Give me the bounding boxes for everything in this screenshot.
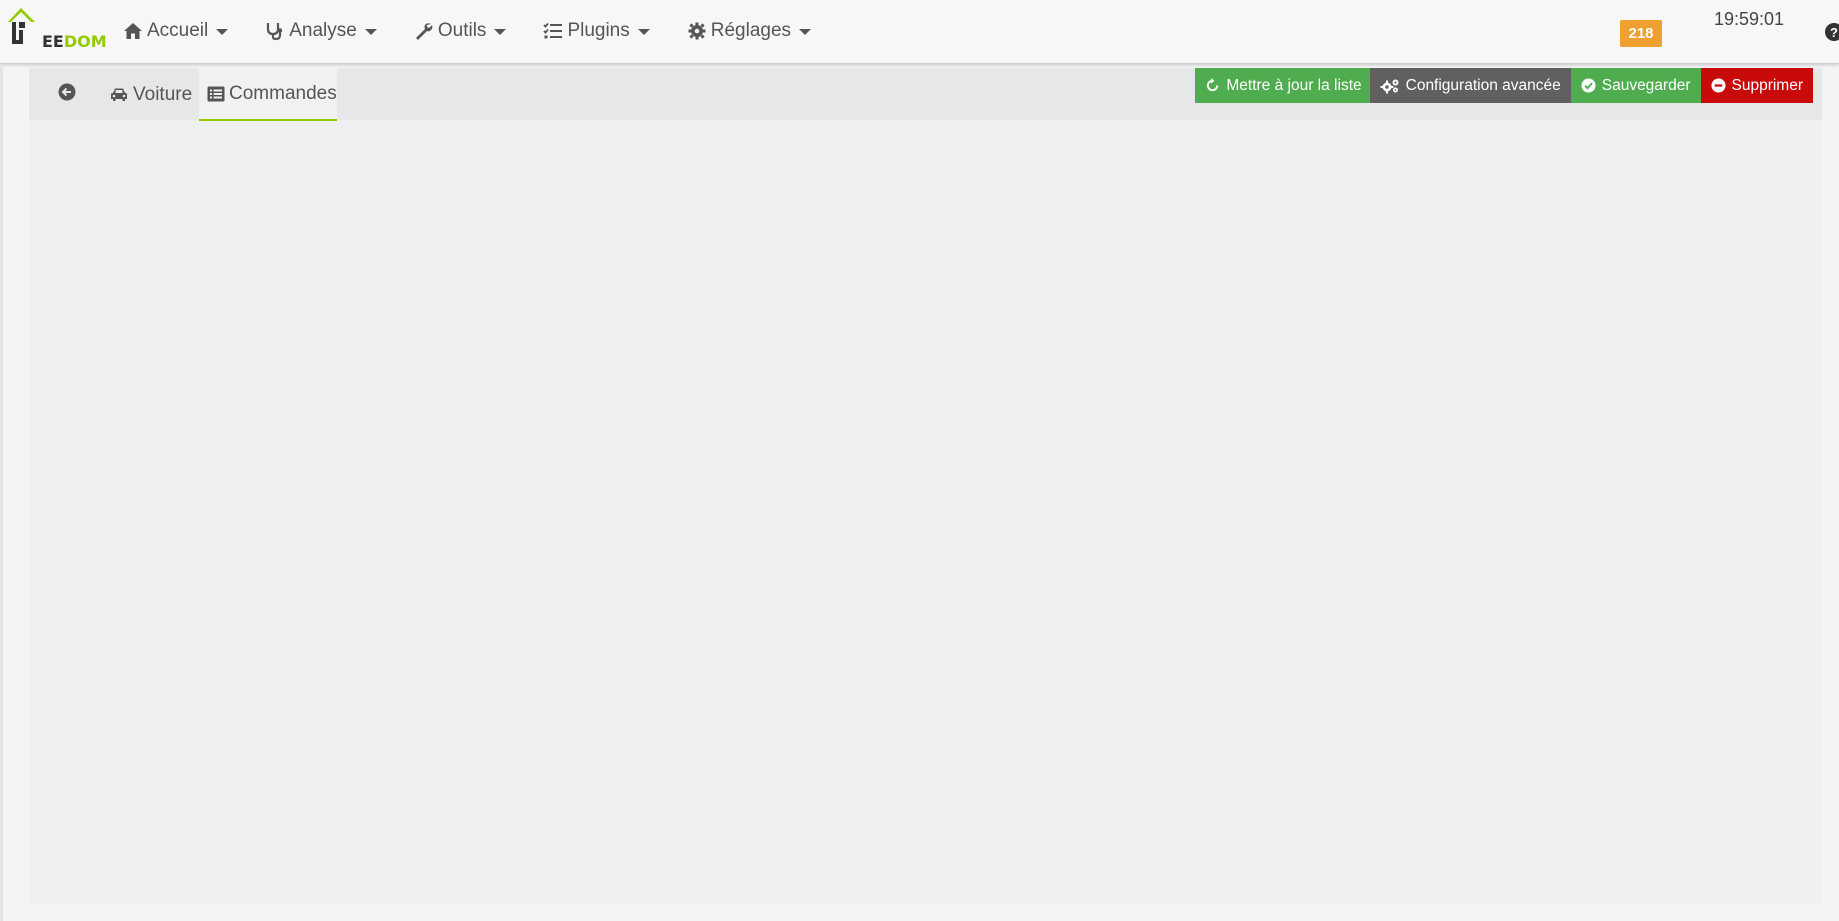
chevron-down-icon (799, 29, 812, 35)
delete-label: Supprimer (1731, 76, 1804, 94)
gears-icon (1380, 78, 1400, 94)
chevron-down-icon (364, 29, 377, 35)
chevron-down-icon (637, 29, 650, 35)
advanced-config-label: Configuration avancée (1405, 76, 1561, 94)
refresh-icon (1205, 78, 1220, 93)
main-menu: Accueil Analyse Outils Plugins Réglages (122, 0, 847, 62)
menu-plugins[interactable]: Plugins (542, 0, 650, 62)
tab-voiture[interactable]: Voiture (101, 68, 200, 121)
tab-commandes[interactable]: Commandes (199, 68, 337, 121)
stethoscope-icon (264, 20, 286, 42)
tab-back[interactable] (47, 68, 87, 121)
list-alt-icon (207, 86, 225, 102)
save-label: Sauvegarder (1601, 76, 1691, 94)
refresh-list-label: Mettre à jour la liste (1226, 76, 1362, 94)
tab-bar: Voiture Commandes Mettre à jour la liste… (29, 68, 1822, 121)
tasks-icon (542, 20, 564, 42)
notification-badge[interactable]: 218 (1620, 20, 1662, 47)
tab-voiture-label: Voiture (133, 83, 193, 105)
action-buttons: Mettre à jour la liste Configuration ava… (1195, 68, 1813, 103)
menu-outils-label: Outils (437, 20, 487, 41)
car-icon (109, 87, 129, 103)
delete-button[interactable]: Supprimer (1700, 68, 1813, 103)
logo-wordmark: EEDOM (42, 32, 107, 51)
wrench-icon (413, 20, 435, 42)
menu-analyse[interactable]: Analyse (264, 0, 377, 62)
check-circle-icon (1581, 78, 1596, 93)
chevron-down-icon (216, 29, 229, 35)
menu-reglages-label: Réglages (710, 20, 792, 41)
chevron-down-icon (494, 29, 507, 35)
minus-circle-icon (1710, 78, 1726, 93)
menu-plugins-label: Plugins (567, 20, 630, 41)
top-navbar: EEDOM Accueil Analyse Outils Plugins Rég… (0, 0, 1839, 64)
menu-analyse-label: Analyse (289, 20, 357, 41)
left-border (0, 64, 3, 921)
jeedom-logo[interactable]: EEDOM (8, 6, 107, 52)
save-button[interactable]: Sauvegarder (1570, 68, 1701, 103)
menu-accueil-label: Accueil (147, 20, 209, 41)
help-icon[interactable]: ? (1825, 23, 1839, 41)
logo-text-dom: DOM (63, 32, 107, 51)
gear-icon (686, 20, 708, 42)
menu-accueil[interactable]: Accueil (122, 0, 229, 62)
logo-text-ee: EE (42, 32, 64, 51)
advanced-config-button[interactable]: Configuration avancée (1369, 68, 1571, 103)
tab-commandes-label: Commandes (229, 82, 337, 104)
clock: 19:59:01 (1714, 9, 1785, 29)
refresh-list-button[interactable]: Mettre à jour la liste (1195, 68, 1370, 103)
equipment-panel: Voiture Commandes Mettre à jour la liste… (29, 68, 1822, 905)
home-icon (122, 20, 144, 42)
menu-reglages[interactable]: Réglages (686, 0, 812, 62)
arrow-circle-left-icon (58, 83, 76, 107)
menu-outils[interactable]: Outils (413, 0, 507, 62)
